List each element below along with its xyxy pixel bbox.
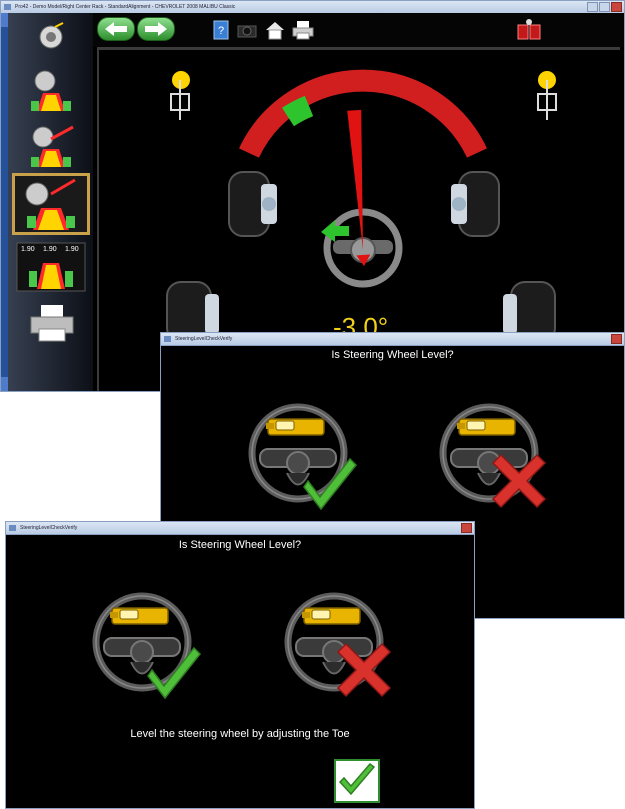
yes-level-button[interactable] [90, 590, 205, 710]
sidebar-scrollbar[interactable] [1, 13, 8, 391]
print-button[interactable] [291, 19, 315, 41]
scroll-up-button[interactable] [1, 13, 8, 27]
front-left-wheel [228, 171, 277, 237]
reading-value: 1.90 [43, 246, 57, 253]
dialog-titlebar: SteeringLevelCheckVerify [161, 333, 624, 346]
sidebar-item-readings[interactable]: 1.90 1.90 1.90 [15, 241, 87, 293]
steering-wheel-icon [323, 208, 403, 288]
svg-text:?: ? [218, 25, 224, 37]
adjust-toe-instruction: Level the steering wheel by adjusting th… [130, 728, 350, 740]
gauge-target-zone [282, 95, 314, 127]
camber-icon [31, 125, 74, 167]
forward-button[interactable] [137, 17, 175, 41]
wheel-level-no-icon [437, 401, 546, 508]
sidebar-item-sensor-setup[interactable] [15, 21, 87, 57]
dialog-title: SteeringLevelCheckVerify [20, 525, 78, 531]
sensor-setup-icon [39, 22, 64, 49]
dialog-question: Is Steering Wheel Level? [331, 349, 454, 361]
home-icon [266, 22, 284, 40]
wheel-level-yes-icon [246, 401, 357, 510]
camera-button[interactable] [235, 19, 259, 41]
toolbar: ? [1, 13, 624, 47]
front-right-wheel [451, 171, 500, 237]
reading-value: 1.90 [65, 246, 79, 253]
dialog-titlebar: SteeringLevelCheckVerify [6, 522, 474, 535]
forward-arrow-icon [145, 22, 167, 36]
wheel-level-yes-icon [90, 590, 201, 699]
confirm-button[interactable] [334, 759, 380, 803]
printer-icon [292, 21, 314, 40]
sidebar-item-print[interactable] [15, 303, 87, 345]
wheel-level-no-icon [282, 590, 391, 697]
dialog-question: Is Steering Wheel Level? [178, 539, 302, 551]
app-icon [164, 336, 171, 342]
back-arrow-icon [105, 22, 127, 36]
scroll-down-button[interactable] [1, 377, 8, 391]
specs-button[interactable] [516, 17, 541, 40]
caster-icon [31, 70, 71, 111]
right-sensor-icon [537, 71, 557, 120]
readings-icon: 1.90 1.90 1.90 [16, 242, 86, 292]
yes-level-button[interactable] [246, 401, 361, 521]
help-button[interactable]: ? [209, 19, 233, 41]
check-icon [338, 762, 376, 796]
sidebar-item-steering-level[interactable] [12, 173, 90, 235]
reading-value: 1.90 [21, 246, 35, 253]
camera-icon [237, 25, 257, 38]
gauge-arc [239, 69, 487, 158]
maximize-button[interactable] [599, 2, 610, 12]
sidebar-item-caster[interactable] [15, 65, 87, 115]
sidebar-item-camber[interactable] [15, 121, 87, 171]
no-level-button[interactable] [437, 401, 552, 521]
close-button[interactable] [461, 523, 472, 533]
home-button[interactable] [263, 19, 287, 41]
help-book-icon: ? [213, 20, 229, 40]
close-button[interactable] [611, 2, 622, 12]
printer-icon [30, 305, 74, 342]
specs-icon [517, 19, 541, 40]
procedure-sidebar: 1.90 1.90 1.90 [1, 13, 93, 391]
steering-level-dialog-2: SteeringLevelCheckVerify Is Steering Whe… [5, 521, 475, 809]
steering-level-icon [25, 178, 76, 230]
left-sensor-icon [170, 71, 190, 120]
back-button[interactable] [97, 17, 135, 41]
app-icon [4, 4, 11, 10]
app-icon [9, 525, 16, 531]
dialog-title: SteeringLevelCheckVerify [175, 336, 233, 342]
window-title: Pro42 - Demo Model/Right Center Rack - S… [15, 4, 236, 10]
minimize-button[interactable] [587, 2, 598, 12]
close-button[interactable] [611, 334, 622, 344]
no-level-button[interactable] [282, 590, 397, 710]
